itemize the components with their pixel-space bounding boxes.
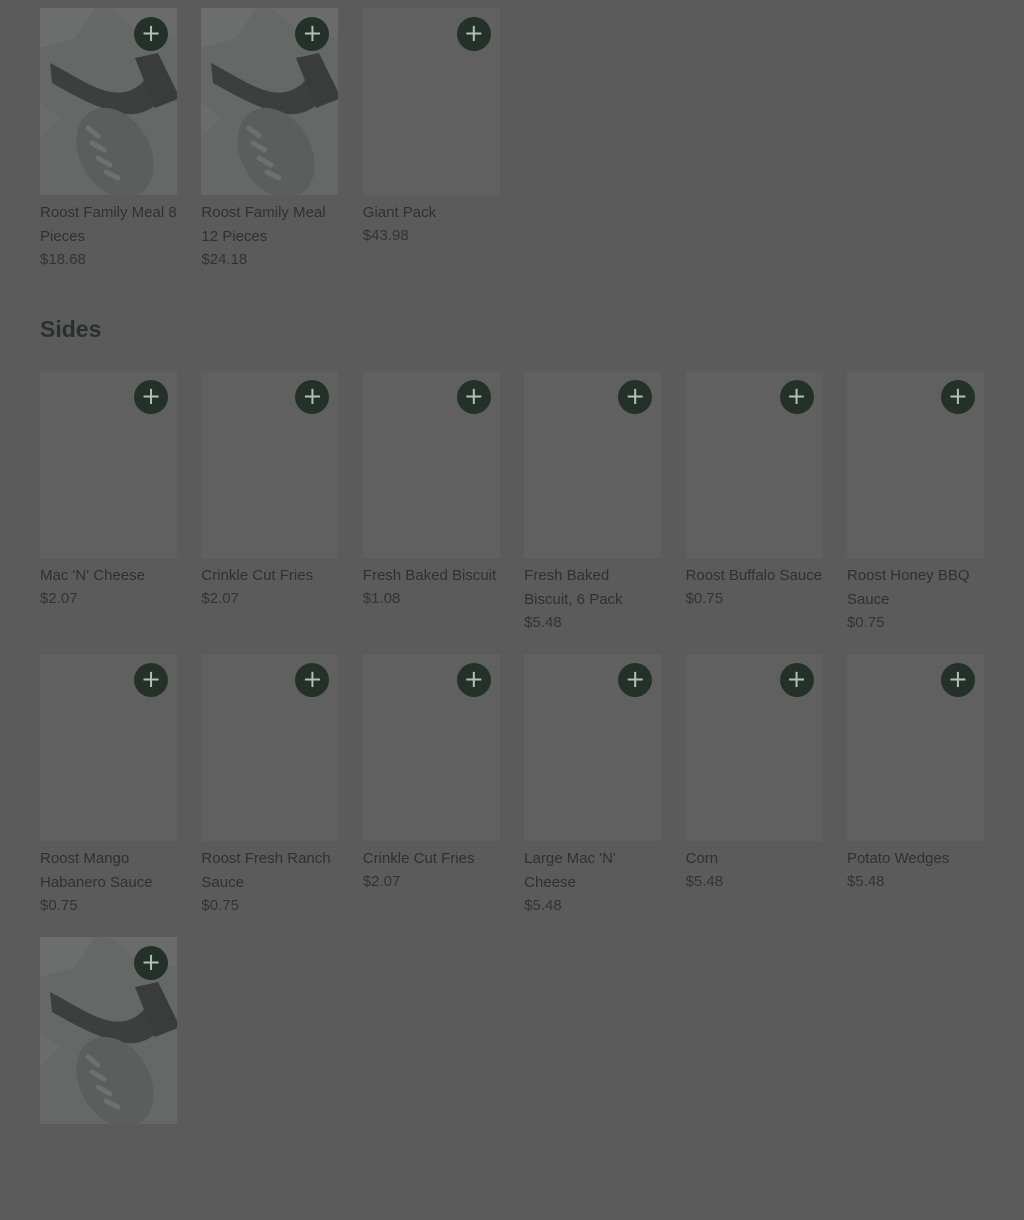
plus-icon: + (463, 19, 484, 47)
item-image[interactable]: + (362, 371, 500, 558)
add-to-cart-button[interactable]: + (134, 663, 168, 697)
item-image[interactable]: + (201, 371, 339, 558)
item-price: $24.18 (201, 251, 248, 268)
add-to-cart-button[interactable]: + (295, 663, 330, 697)
item-name[interactable]: Potato Wedges (847, 847, 984, 871)
add-to-cart-button[interactable]: + (618, 380, 653, 414)
plus-icon: + (786, 665, 807, 693)
menu-item-card[interactable]: + (40, 937, 177, 1220)
plus-icon: + (302, 19, 323, 47)
item-name[interactable]: Giant Pack (363, 201, 500, 225)
add-to-cart-button[interactable]: + (940, 380, 975, 414)
item-image[interactable]: + (362, 8, 500, 195)
item-name[interactable]: Roost Fresh Ranch Sauce (201, 847, 338, 895)
plus-icon: + (463, 382, 484, 410)
item-price: $5.48 (685, 873, 724, 890)
item-price: $0.75 (40, 897, 78, 914)
add-to-cart-button[interactable]: + (456, 17, 491, 51)
item-price: $2.07 (40, 590, 78, 607)
plus-icon: + (947, 665, 968, 693)
item-price: $5.48 (846, 873, 885, 890)
plus-icon: + (302, 665, 323, 693)
plus-icon: + (140, 19, 162, 47)
plus-icon: + (786, 382, 807, 410)
item-image[interactable]: + (40, 937, 177, 1124)
item-name[interactable]: Crinkle Cut Fries (201, 564, 338, 588)
item-name[interactable]: Corn (686, 847, 823, 871)
item-image[interactable]: + (201, 654, 339, 841)
item-image[interactable]: + (685, 371, 823, 558)
menu-item-card[interactable]: + Large Mac 'N' Cheese $5.48 (524, 654, 662, 937)
plus-icon: + (140, 382, 162, 410)
item-name[interactable]: Roost Honey BBQ Sauce (847, 564, 984, 612)
item-image[interactable]: + (846, 654, 984, 841)
item-name[interactable]: Fresh Baked Biscuit (363, 564, 500, 588)
add-to-cart-button[interactable]: + (456, 663, 491, 697)
plus-icon: + (140, 948, 162, 976)
menu-item-card[interactable]: + Crinkle Cut Fries $2.07 (362, 654, 500, 937)
item-name[interactable]: Crinkle Cut Fries (363, 847, 500, 871)
menu-item-card[interactable]: + Crinkle Cut Fries $2.07 (201, 371, 339, 654)
add-to-cart-button[interactable]: + (779, 663, 814, 697)
menu-item-card[interactable]: + Potato Wedges $5.48 (846, 654, 984, 937)
add-to-cart-button[interactable]: + (618, 663, 653, 697)
item-image[interactable]: + (524, 654, 662, 841)
item-name[interactable]: Fresh Baked Biscuit, 6 Pack (524, 564, 661, 612)
item-name[interactable]: Roost Mango Habanero Sauce (40, 847, 177, 895)
item-price: $1.08 (362, 590, 401, 607)
add-to-cart-button[interactable]: + (779, 380, 814, 414)
item-price: $0.75 (201, 897, 239, 914)
add-to-cart-button[interactable]: + (456, 380, 491, 414)
add-to-cart-button[interactable]: + (134, 380, 168, 414)
add-to-cart-button[interactable]: + (134, 17, 168, 51)
item-image[interactable]: + (685, 654, 823, 841)
item-name[interactable]: Roost Family Meal 8 Pieces (40, 201, 177, 249)
add-to-cart-button[interactable]: + (940, 663, 975, 697)
item-image[interactable]: + (40, 654, 177, 841)
menu-item-card[interactable]: + Giant Pack $43.98 (362, 8, 500, 291)
menu-item-card[interactable]: + Roost Family Meal 12 Pieces $24.18 (201, 8, 339, 291)
item-name[interactable]: Mac 'N' Cheese (40, 564, 177, 588)
add-to-cart-button[interactable]: + (295, 380, 330, 414)
menu-item-card[interactable]: + Mac 'N' Cheese $2.07 (40, 371, 177, 654)
item-price: $18.68 (40, 251, 86, 268)
plus-icon: + (140, 665, 162, 693)
menu-item-card[interactable]: + Fresh Baked Biscuit $1.08 (362, 371, 500, 654)
item-image[interactable]: + (846, 371, 984, 558)
plus-icon: + (625, 382, 646, 410)
item-price: $5.48 (524, 897, 562, 914)
menu-item-card[interactable]: + Roost Fresh Ranch Sauce $0.75 (201, 654, 339, 937)
plus-icon: + (625, 665, 646, 693)
plus-icon: + (463, 665, 484, 693)
item-name[interactable]: Roost Buffalo Sauce (686, 564, 823, 588)
item-image[interactable]: + (362, 654, 500, 841)
section-title-sides: Sides (40, 316, 102, 342)
item-price: $2.07 (362, 873, 401, 890)
item-name[interactable]: Large Mac 'N' Cheese (524, 847, 661, 895)
item-price: $2.07 (201, 590, 239, 607)
menu-page: + Roost Family Meal 8 Pieces $18.68 + Ro… (0, 0, 1024, 1127)
item-price: $5.48 (524, 614, 562, 631)
item-image[interactable]: + (201, 8, 339, 195)
item-name[interactable]: Roost Family Meal 12 Pieces (201, 201, 338, 249)
item-price: $43.98 (362, 227, 409, 244)
plus-icon: + (302, 382, 323, 410)
menu-item-card[interactable]: + Fresh Baked Biscuit, 6 Pack $5.48 (524, 371, 662, 654)
menu-item-card[interactable]: + Roost Family Meal 8 Pieces $18.68 (40, 8, 177, 291)
item-price: $0.75 (685, 590, 724, 607)
item-image[interactable]: + (40, 8, 177, 195)
sides-grid: + Mac 'N' Cheese $2.07 + Crinkle Cut Fri… (40, 371, 984, 1220)
plus-icon: + (947, 382, 968, 410)
menu-item-card[interactable]: + Roost Mango Habanero Sauce $0.75 (40, 654, 177, 937)
menu-item-card[interactable]: + Roost Honey BBQ Sauce $0.75 (846, 371, 984, 654)
menu-item-card[interactable]: + Corn $5.48 (685, 654, 823, 937)
item-image[interactable]: + (40, 371, 177, 558)
menu-item-card[interactable]: + Roost Buffalo Sauce $0.75 (685, 371, 823, 654)
item-image[interactable]: + (524, 371, 662, 558)
add-to-cart-button[interactable]: + (134, 946, 168, 980)
meal-grid: + Roost Family Meal 8 Pieces $18.68 + Ro… (40, 8, 984, 291)
item-price: $0.75 (846, 614, 885, 631)
